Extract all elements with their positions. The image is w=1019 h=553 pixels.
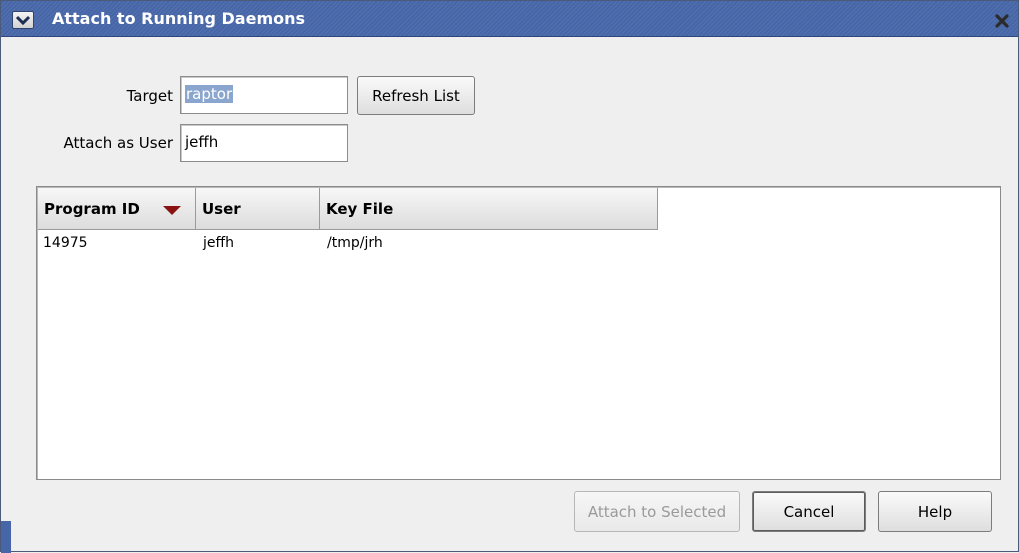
- target-label: Target: [126, 87, 173, 105]
- cell-user: jeffh: [203, 235, 235, 251]
- close-icon: [995, 14, 1009, 28]
- cancel-button[interactable]: Cancel: [752, 491, 866, 532]
- user-input[interactable]: jeffh: [180, 124, 348, 162]
- window-title: Attach to Running Daemons: [52, 9, 306, 28]
- target-input[interactable]: raptor: [180, 76, 348, 114]
- attach-to-selected-button[interactable]: Attach to Selected: [574, 491, 740, 532]
- cell-program-id: 14975: [43, 235, 88, 251]
- user-input-value: jeffh: [185, 133, 219, 151]
- window-menu-button[interactable]: [12, 11, 34, 29]
- help-button[interactable]: Help: [878, 491, 992, 532]
- column-header-label: User: [202, 199, 241, 218]
- column-header-program-id[interactable]: Program ID: [38, 188, 196, 230]
- refresh-list-button[interactable]: Refresh List: [357, 76, 475, 115]
- column-header-user[interactable]: User: [196, 188, 320, 230]
- chevron-down-icon: [16, 15, 30, 25]
- daemon-table[interactable]: Program ID User Key File 14975 jeffh /tm…: [36, 186, 1001, 480]
- close-button[interactable]: [992, 12, 1012, 30]
- column-header-key-file[interactable]: Key File: [320, 188, 658, 230]
- column-header-label: Key File: [326, 199, 394, 218]
- sort-descending-icon: [163, 206, 181, 215]
- window-edge-strip: [1, 521, 11, 553]
- cell-key-file: /tmp/jrh: [327, 235, 383, 251]
- attach-dialog: Attach to Running Daemons Target raptor …: [0, 0, 1019, 553]
- attach-as-user-label: Attach as User: [63, 134, 173, 152]
- title-bar[interactable]: Attach to Running Daemons: [1, 1, 1018, 37]
- target-input-value: raptor: [185, 85, 234, 103]
- column-header-label: Program ID: [44, 199, 140, 218]
